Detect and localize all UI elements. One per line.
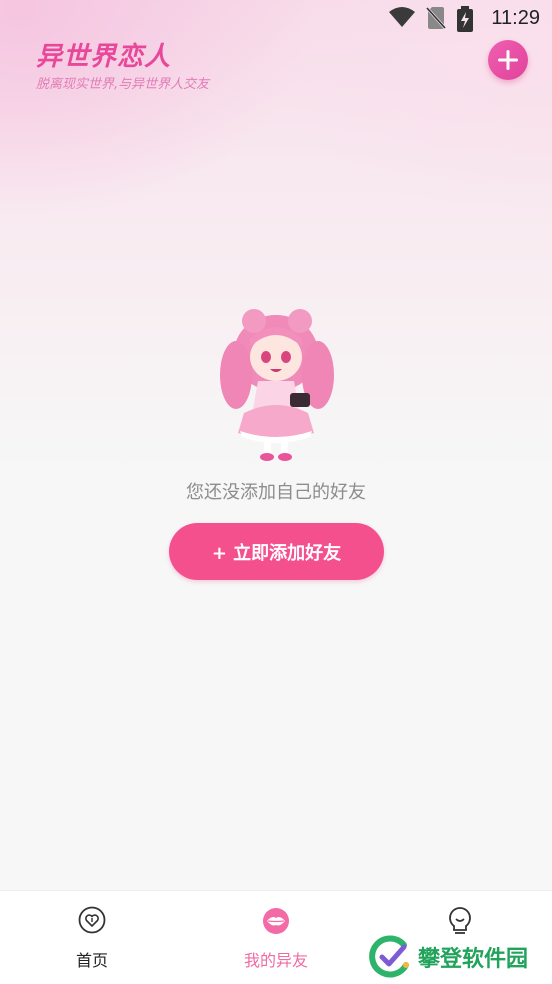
status-bar: 11:29 xyxy=(0,0,552,36)
add-friend-button[interactable]: + 立即添加好友 xyxy=(169,523,384,580)
watermark: 攀登软件园 xyxy=(368,934,528,980)
nav-item-my-friends[interactable]: 我的异友 xyxy=(184,891,368,984)
add-button[interactable] xyxy=(488,40,528,80)
no-sim-icon xyxy=(426,6,446,30)
nav-item-home[interactable]: 首页 xyxy=(0,891,184,984)
anime-girl-mascot xyxy=(220,309,334,461)
clock: 11:29 xyxy=(491,7,540,29)
empty-state-message: 您还没添加自己的好友 xyxy=(186,482,366,503)
battery-charging-icon xyxy=(457,6,473,32)
nav-label-my-friends: 我的异友 xyxy=(243,951,308,970)
lips-icon xyxy=(263,908,289,934)
app-subtitle: 脱离现实世界,与异世界人交友 xyxy=(36,77,210,92)
watermark-logo-icon xyxy=(369,935,409,978)
lightbulb-icon xyxy=(449,907,471,934)
watermark-text: 攀登软件园 xyxy=(418,947,529,972)
plus-icon xyxy=(498,50,518,70)
heart-outline-icon xyxy=(78,906,106,934)
app-title: 异世界恋人 xyxy=(36,42,172,72)
wifi-icon xyxy=(389,7,415,27)
nav-label-home: 首页 xyxy=(75,951,108,970)
